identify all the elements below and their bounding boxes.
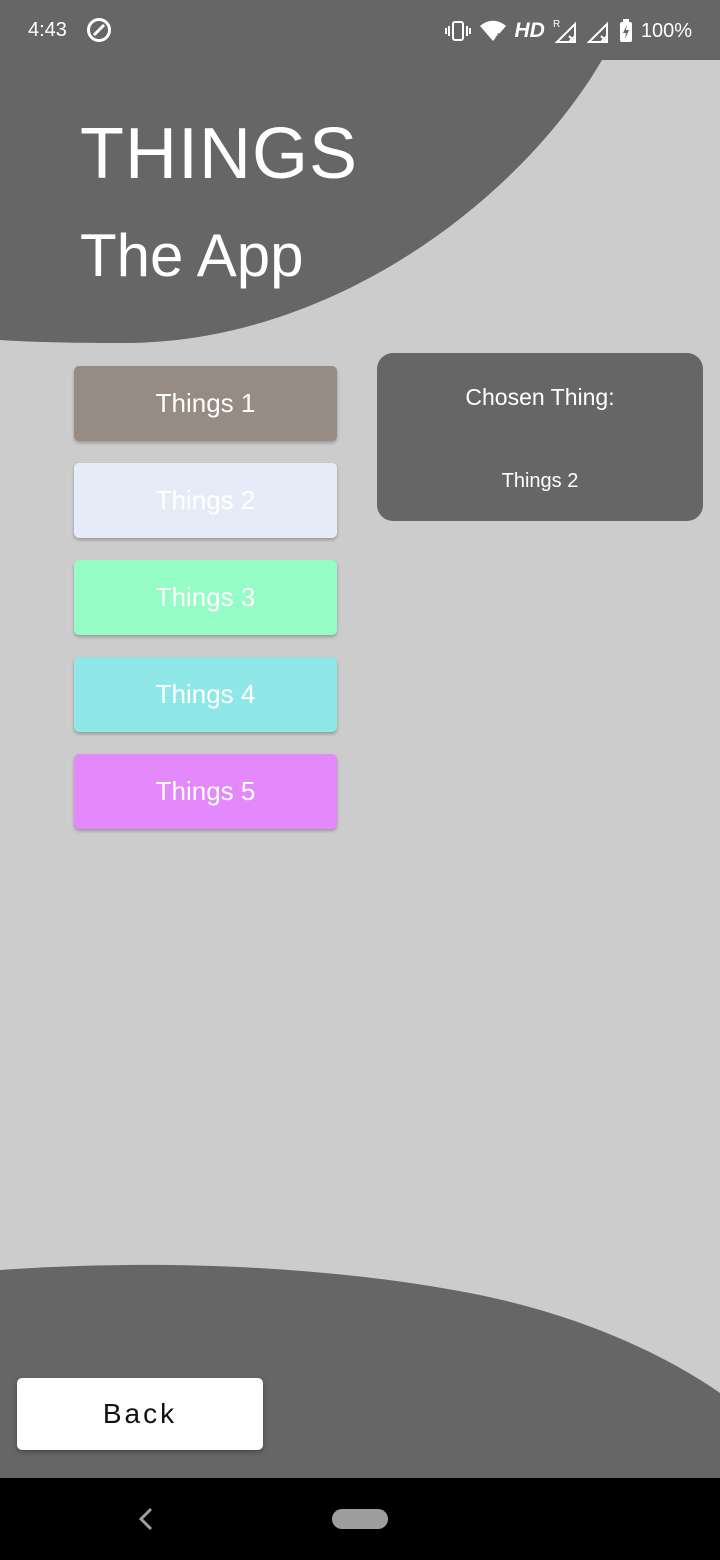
nav-back-icon[interactable]: [136, 1506, 156, 1532]
vibrate-icon: [444, 21, 471, 41]
status-icons: 4 HD R 100%: [444, 16, 692, 46]
chosen-thing-value: Things 2: [501, 470, 579, 492]
things-1-button[interactable]: Things 1: [74, 366, 337, 441]
signal-x-icon: [586, 21, 608, 43]
svg-text:R: R: [553, 19, 560, 30]
things-5-button[interactable]: Things 5: [74, 754, 337, 829]
app-notification-icon: [87, 18, 111, 42]
status-time: 4:43: [28, 19, 67, 41]
chosen-thing-label: Chosen Thing:: [465, 384, 615, 410]
system-nav-bar: [0, 1478, 720, 1560]
wifi-icon: 4: [479, 20, 506, 42]
svg-text:4: 4: [495, 32, 501, 42]
app-screen: 4:43 4 HD R 100% THINGS The App Things 1…: [0, 0, 720, 1560]
back-button[interactable]: Back: [17, 1378, 263, 1450]
signal-r-icon: R: [553, 19, 576, 43]
nav-home-pill[interactable]: [332, 1509, 388, 1529]
app-subtitle: The App: [80, 222, 304, 289]
battery-percent: 100%: [640, 19, 692, 42]
chosen-thing-panel: Chosen Thing: Things 2: [377, 353, 703, 521]
things-3-button[interactable]: Things 3: [74, 560, 337, 635]
app-title: THINGS: [80, 114, 359, 194]
battery-charging-icon: [619, 19, 632, 42]
things-2-button[interactable]: Things 2: [74, 463, 337, 538]
things-4-button[interactable]: Things 4: [74, 657, 337, 732]
status-bar: 4:43 4 HD R 100%: [0, 0, 720, 60]
network-type-label: HD: [514, 19, 545, 42]
